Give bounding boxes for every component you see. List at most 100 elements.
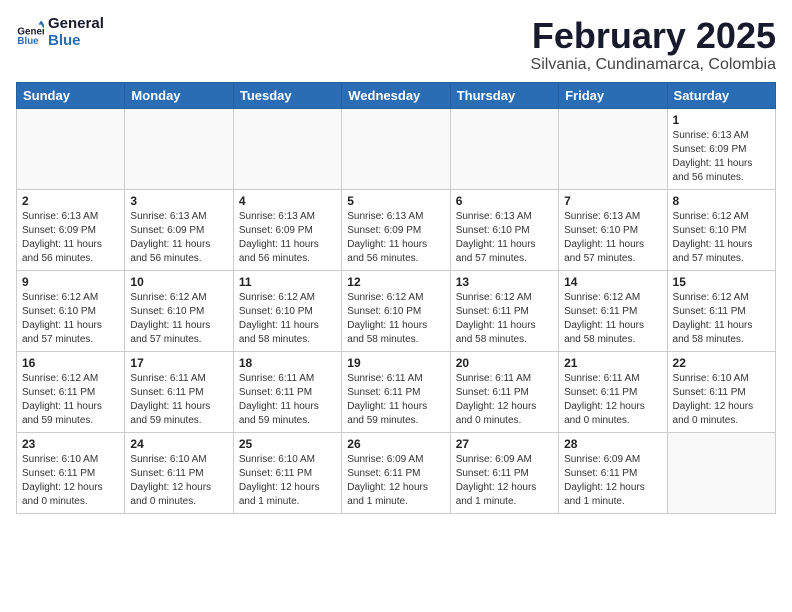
week-row-2: 2 Sunrise: 6:13 AM Sunset: 6:09 PM Daylig…: [17, 189, 776, 270]
day-info: Sunrise: 6:12 AM Sunset: 6:11 PM Dayligh…: [456, 291, 553, 347]
day-number: 12: [347, 275, 444, 289]
day-info: Sunrise: 6:13 AM Sunset: 6:09 PM Dayligh…: [673, 129, 770, 185]
day-info: Sunrise: 6:12 AM Sunset: 6:11 PM Dayligh…: [564, 291, 661, 347]
day-cell: 27 Sunrise: 6:09 AM Sunset: 6:11 PM Dayli…: [450, 432, 558, 513]
page-header: General Blue General Blue February 2025 …: [16, 16, 776, 74]
day-number: 14: [564, 275, 661, 289]
day-number: 16: [22, 356, 119, 370]
day-number: 10: [130, 275, 227, 289]
day-number: 24: [130, 437, 227, 451]
day-info: Sunrise: 6:13 AM Sunset: 6:09 PM Dayligh…: [130, 210, 227, 266]
day-number: 21: [564, 356, 661, 370]
day-cell: [559, 108, 667, 189]
day-cell: 18 Sunrise: 6:11 AM Sunset: 6:11 PM Dayli…: [233, 351, 341, 432]
day-info: Sunrise: 6:10 AM Sunset: 6:11 PM Dayligh…: [130, 453, 227, 509]
day-info: Sunrise: 6:13 AM Sunset: 6:10 PM Dayligh…: [456, 210, 553, 266]
day-info: Sunrise: 6:11 AM Sunset: 6:11 PM Dayligh…: [239, 372, 336, 428]
day-number: 1: [673, 113, 770, 127]
day-number: 20: [456, 356, 553, 370]
logo-general: General: [48, 16, 104, 33]
calendar-table: SundayMondayTuesdayWednesdayThursdayFrid…: [16, 82, 776, 514]
day-cell: 4Sunrise: 6:13 AM Sunset: 6:09 PM Daylig…: [233, 189, 341, 270]
day-number: 7: [564, 194, 661, 208]
day-info: Sunrise: 6:13 AM Sunset: 6:09 PM Dayligh…: [22, 210, 119, 266]
header-cell-wednesday: Wednesday: [342, 82, 450, 108]
day-cell: 16 Sunrise: 6:12 AM Sunset: 6:11 PM Dayli…: [17, 351, 125, 432]
header-row: SundayMondayTuesdayWednesdayThursdayFrid…: [17, 82, 776, 108]
day-info: Sunrise: 6:09 AM Sunset: 6:11 PM Dayligh…: [456, 453, 553, 509]
svg-text:Blue: Blue: [17, 36, 39, 47]
day-cell: 23 Sunrise: 6:10 AM Sunset: 6:11 PM Dayli…: [17, 432, 125, 513]
day-cell: [667, 432, 775, 513]
day-number: 9: [22, 275, 119, 289]
day-number: 6: [456, 194, 553, 208]
day-number: 8: [673, 194, 770, 208]
day-number: 26: [347, 437, 444, 451]
day-cell: 5 Sunrise: 6:13 AM Sunset: 6:09 PM Daylig…: [342, 189, 450, 270]
day-cell: 13 Sunrise: 6:12 AM Sunset: 6:11 PM Dayli…: [450, 270, 558, 351]
day-cell: 20 Sunrise: 6:11 AM Sunset: 6:11 PM Dayli…: [450, 351, 558, 432]
logo: General Blue General Blue: [16, 16, 104, 49]
logo-icon: General Blue: [16, 19, 44, 47]
day-number: 4: [239, 194, 336, 208]
day-cell: 9Sunrise: 6:12 AM Sunset: 6:10 PM Daylig…: [17, 270, 125, 351]
day-cell: 19Sunrise: 6:11 AM Sunset: 6:11 PM Dayli…: [342, 351, 450, 432]
day-number: 15: [673, 275, 770, 289]
week-row-1: 1 Sunrise: 6:13 AM Sunset: 6:09 PM Daylig…: [17, 108, 776, 189]
day-info: Sunrise: 6:11 AM Sunset: 6:11 PM Dayligh…: [130, 372, 227, 428]
week-row-5: 23 Sunrise: 6:10 AM Sunset: 6:11 PM Dayli…: [17, 432, 776, 513]
day-cell: 10 Sunrise: 6:12 AM Sunset: 6:10 PM Dayli…: [125, 270, 233, 351]
calendar-title: February 2025: [531, 16, 776, 56]
day-number: 27: [456, 437, 553, 451]
week-row-4: 16 Sunrise: 6:12 AM Sunset: 6:11 PM Dayli…: [17, 351, 776, 432]
day-number: 13: [456, 275, 553, 289]
header-cell-friday: Friday: [559, 82, 667, 108]
day-cell: [17, 108, 125, 189]
day-info: Sunrise: 6:12 AM Sunset: 6:10 PM Dayligh…: [347, 291, 444, 347]
header-cell-thursday: Thursday: [450, 82, 558, 108]
day-number: 18: [239, 356, 336, 370]
day-cell: 14 Sunrise: 6:12 AM Sunset: 6:11 PM Dayli…: [559, 270, 667, 351]
day-number: 5: [347, 194, 444, 208]
day-number: 3: [130, 194, 227, 208]
calendar-body: 1 Sunrise: 6:13 AM Sunset: 6:09 PM Daylig…: [17, 108, 776, 513]
day-info: Sunrise: 6:12 AM Sunset: 6:11 PM Dayligh…: [22, 372, 119, 428]
day-cell: 22 Sunrise: 6:10 AM Sunset: 6:11 PM Dayli…: [667, 351, 775, 432]
day-cell: 3 Sunrise: 6:13 AM Sunset: 6:09 PM Daylig…: [125, 189, 233, 270]
day-cell: 26Sunrise: 6:09 AM Sunset: 6:11 PM Dayli…: [342, 432, 450, 513]
day-info: Sunrise: 6:10 AM Sunset: 6:11 PM Dayligh…: [22, 453, 119, 509]
day-cell: [342, 108, 450, 189]
day-cell: 6 Sunrise: 6:13 AM Sunset: 6:10 PM Daylig…: [450, 189, 558, 270]
day-info: Sunrise: 6:11 AM Sunset: 6:11 PM Dayligh…: [456, 372, 553, 428]
title-block: February 2025 Silvania, Cundinamarca, Co…: [531, 16, 776, 74]
day-number: 22: [673, 356, 770, 370]
day-info: Sunrise: 6:11 AM Sunset: 6:11 PM Dayligh…: [564, 372, 661, 428]
header-cell-monday: Monday: [125, 82, 233, 108]
day-info: Sunrise: 6:12 AM Sunset: 6:10 PM Dayligh…: [673, 210, 770, 266]
day-number: 11: [239, 275, 336, 289]
day-cell: 28Sunrise: 6:09 AM Sunset: 6:11 PM Dayli…: [559, 432, 667, 513]
calendar-header: SundayMondayTuesdayWednesdayThursdayFrid…: [17, 82, 776, 108]
day-cell: [125, 108, 233, 189]
day-cell: [233, 108, 341, 189]
day-cell: 17Sunrise: 6:11 AM Sunset: 6:11 PM Dayli…: [125, 351, 233, 432]
day-cell: 1 Sunrise: 6:13 AM Sunset: 6:09 PM Daylig…: [667, 108, 775, 189]
day-info: Sunrise: 6:12 AM Sunset: 6:10 PM Dayligh…: [130, 291, 227, 347]
day-cell: 21 Sunrise: 6:11 AM Sunset: 6:11 PM Dayli…: [559, 351, 667, 432]
day-number: 2: [22, 194, 119, 208]
day-cell: 12 Sunrise: 6:12 AM Sunset: 6:10 PM Dayli…: [342, 270, 450, 351]
day-cell: 25Sunrise: 6:10 AM Sunset: 6:11 PM Dayli…: [233, 432, 341, 513]
day-cell: 11Sunrise: 6:12 AM Sunset: 6:10 PM Dayli…: [233, 270, 341, 351]
day-number: 23: [22, 437, 119, 451]
day-info: Sunrise: 6:10 AM Sunset: 6:11 PM Dayligh…: [239, 453, 336, 509]
day-info: Sunrise: 6:13 AM Sunset: 6:10 PM Dayligh…: [564, 210, 661, 266]
day-info: Sunrise: 6:10 AM Sunset: 6:11 PM Dayligh…: [673, 372, 770, 428]
header-cell-sunday: Sunday: [17, 82, 125, 108]
day-info: Sunrise: 6:13 AM Sunset: 6:09 PM Dayligh…: [347, 210, 444, 266]
day-cell: 24 Sunrise: 6:10 AM Sunset: 6:11 PM Dayli…: [125, 432, 233, 513]
day-cell: 7 Sunrise: 6:13 AM Sunset: 6:10 PM Daylig…: [559, 189, 667, 270]
day-cell: 2 Sunrise: 6:13 AM Sunset: 6:09 PM Daylig…: [17, 189, 125, 270]
day-number: 28: [564, 437, 661, 451]
day-info: Sunrise: 6:12 AM Sunset: 6:11 PM Dayligh…: [673, 291, 770, 347]
day-number: 19: [347, 356, 444, 370]
